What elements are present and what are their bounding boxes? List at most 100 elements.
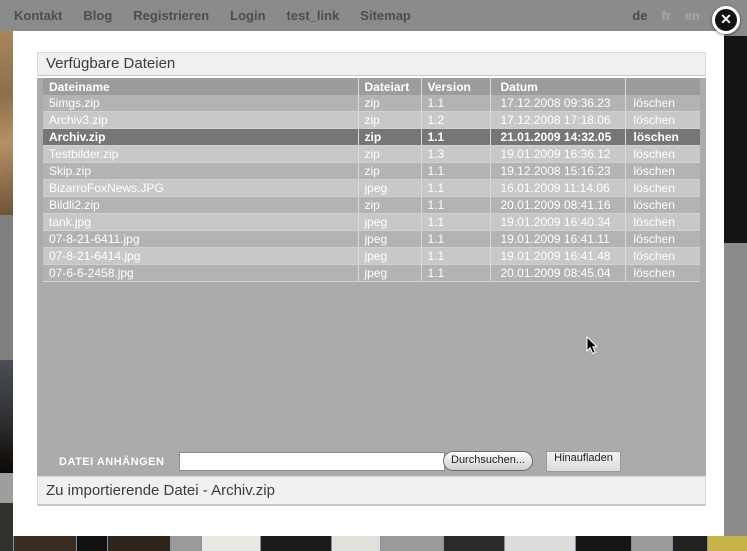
table-row[interactable]: BizarroFoxNews.JPGjpeg1.116.01.2009 11:1…: [43, 180, 700, 197]
file-version-cell: 1.1: [421, 163, 490, 180]
background-gray-sliver: [0, 215, 13, 360]
delete-link[interactable]: löschen: [625, 129, 700, 146]
file-version-cell: 1.1: [421, 248, 490, 265]
language-link-en[interactable]: en: [685, 8, 700, 23]
gallery-thumbnail: [170, 536, 201, 551]
file-version-cell: 1.1: [421, 180, 490, 197]
background-thumb-sliver: [0, 503, 13, 551]
file-type-cell: zip: [358, 95, 421, 112]
upload-button[interactable]: Hinaufladen: [546, 451, 621, 472]
file-path-input[interactable]: [179, 452, 445, 471]
language-link-de[interactable]: de: [632, 8, 647, 23]
gallery-thumbnail: [707, 536, 747, 551]
gallery-thumbnail: [504, 536, 575, 551]
column-header-actions: [625, 78, 700, 95]
file-type-cell: zip: [358, 163, 421, 180]
language-link-fr[interactable]: fr: [661, 8, 670, 23]
file-date-cell: 19.01.2009 16:40.34: [490, 214, 625, 231]
table-row[interactable]: Bildli2.zipzip1.120.01.2009 08:41.16lösc…: [43, 197, 700, 214]
browse-button[interactable]: Durchsuchen...: [443, 451, 533, 471]
gallery-thumbnail: [107, 536, 170, 551]
background-black-region: [724, 36, 747, 243]
file-type-cell: jpeg: [358, 265, 421, 282]
table-row[interactable]: tank.jpgjpeg1.119.01.2009 16:40.34lösche…: [43, 214, 700, 231]
close-icon[interactable]: ✕: [712, 6, 740, 34]
delete-link[interactable]: löschen: [625, 248, 700, 265]
table-row[interactable]: 07-8-21-6411.jpgjpeg1.119.01.2009 16:41.…: [43, 231, 700, 248]
mouse-cursor-icon: [586, 336, 598, 355]
file-dialog: Verfügbare Dateien DateinameDateiartVers…: [13, 31, 724, 536]
file-date-cell: 16.01.2009 11:14.06: [490, 180, 625, 197]
nav-item-test_link[interactable]: test_link: [287, 8, 340, 23]
column-header-Datum: Datum: [490, 78, 625, 95]
file-type-cell: jpeg: [358, 231, 421, 248]
dialog-title: Verfügbare Dateien: [37, 52, 706, 76]
nav-item-blog[interactable]: Blog: [83, 8, 112, 23]
file-version-cell: 1.1: [421, 197, 490, 214]
file-date-cell: 17.12.2008 17:18.06: [490, 112, 625, 129]
column-header-Dateiname: Dateiname: [43, 78, 358, 95]
gallery-thumbnail: [672, 536, 707, 551]
file-name-cell: Skip.zip: [43, 163, 358, 180]
file-type-cell: zip: [358, 112, 421, 129]
file-type-cell: zip: [358, 129, 421, 146]
file-date-cell: 17.12.2008 09:36.23: [490, 95, 625, 112]
gallery-thumbnail: [443, 536, 504, 551]
thumbnail-strip: [13, 536, 747, 551]
file-table-panel: DateinameDateiartVersionDatum 5imgs.zipz…: [37, 78, 706, 476]
file-version-cell: 1.2: [421, 112, 490, 129]
column-header-Version: Version: [421, 78, 490, 95]
table-row[interactable]: Testbilder.zipzip1.319.01.2009 16:36.12l…: [43, 146, 700, 163]
file-type-cell: jpeg: [358, 248, 421, 265]
file-version-cell: 1.1: [421, 214, 490, 231]
delete-link[interactable]: löschen: [625, 180, 700, 197]
file-name-cell: Archiv3.zip: [43, 112, 358, 129]
table-header-row: DateinameDateiartVersionDatum: [43, 78, 700, 95]
file-date-cell: 20.01.2009 08:41.16: [490, 197, 625, 214]
file-name-cell: Testbilder.zip: [43, 146, 358, 163]
nav-item-registrieren[interactable]: Registrieren: [133, 8, 209, 23]
table-row[interactable]: Skip.zipzip1.119.12.2008 15:16.23löschen: [43, 163, 700, 180]
gallery-thumbnail: [13, 536, 76, 551]
file-name-cell: BizarroFoxNews.JPG: [43, 180, 358, 197]
file-name-cell: Archiv.zip: [43, 129, 358, 146]
delete-link[interactable]: löschen: [625, 95, 700, 112]
file-table-body: 5imgs.zipzip1.117.12.2008 09:36.23lösche…: [43, 95, 700, 282]
file-type-cell: jpeg: [358, 180, 421, 197]
attach-file-label: DATEI ANHÄNGEN: [59, 456, 164, 468]
table-row[interactable]: 07-8-21-6414.jpgjpeg1.119.01.2009 16:41.…: [43, 248, 700, 265]
attach-file-row: DATEI ANHÄNGEN Durchsuchen... Hinauflade…: [37, 450, 706, 474]
gallery-thumbnail: [201, 536, 260, 551]
gallery-thumbnail: [331, 536, 380, 551]
file-name-cell: Bildli2.zip: [43, 197, 358, 214]
language-switcher: defren: [632, 0, 700, 31]
gallery-thumbnail: [380, 536, 443, 551]
table-row[interactable]: 5imgs.zipzip1.117.12.2008 09:36.23lösche…: [43, 95, 700, 112]
gallery-thumbnail: [631, 536, 672, 551]
delete-link[interactable]: löschen: [625, 231, 700, 248]
file-date-cell: 19.12.2008 15:16.23: [490, 163, 625, 180]
file-date-cell: 19.01.2009 16:36.12: [490, 146, 625, 163]
table-row[interactable]: Archiv3.zipzip1.217.12.2008 17:18.06lösc…: [43, 112, 700, 129]
file-version-cell: 1.1: [421, 95, 490, 112]
table-row[interactable]: Archiv.zipzip1.121.01.2009 14:32.05lösch…: [43, 129, 700, 146]
nav-item-login[interactable]: Login: [230, 8, 265, 23]
import-status-bar: Zu importierende Datei - Archiv.zip: [37, 476, 706, 506]
background-photo-sliver: [0, 31, 13, 215]
file-version-cell: 1.3: [421, 146, 490, 163]
delete-link[interactable]: löschen: [625, 163, 700, 180]
gallery-thumbnail: [76, 536, 107, 551]
file-date-cell: 21.01.2009 14:32.05: [490, 129, 625, 146]
file-type-cell: zip: [358, 146, 421, 163]
nav-item-sitemap[interactable]: Sitemap: [360, 8, 411, 23]
delete-link[interactable]: löschen: [625, 112, 700, 129]
file-name-cell: 07-6-6-2458.jpg: [43, 265, 358, 282]
file-name-cell: 07-8-21-6411.jpg: [43, 231, 358, 248]
file-type-cell: zip: [358, 197, 421, 214]
delete-link[interactable]: löschen: [625, 214, 700, 231]
delete-link[interactable]: löschen: [625, 265, 700, 282]
delete-link[interactable]: löschen: [625, 197, 700, 214]
nav-item-kontakt[interactable]: Kontakt: [14, 8, 62, 23]
delete-link[interactable]: löschen: [625, 146, 700, 163]
table-row[interactable]: 07-6-6-2458.jpgjpeg1.120.01.2009 08:45.0…: [43, 265, 700, 282]
